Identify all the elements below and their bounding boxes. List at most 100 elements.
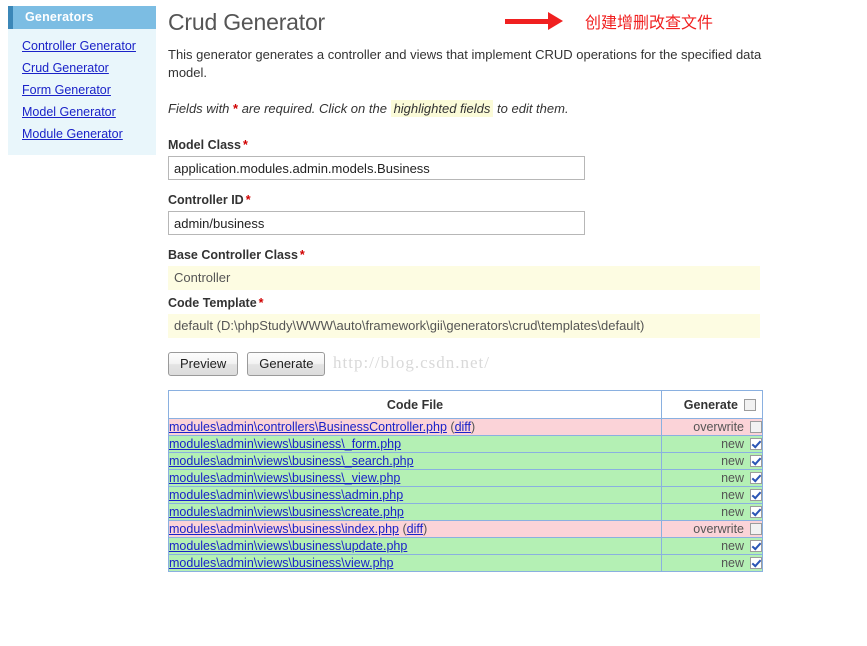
- generate-cell: overwrite: [661, 418, 763, 436]
- code-file-link[interactable]: modules\admin\views\business\index.php: [169, 522, 399, 536]
- code-file-cell: modules\admin\views\business\_view.php: [168, 469, 662, 487]
- generate-checkbox[interactable]: [750, 506, 762, 518]
- select-all-checkbox[interactable]: [744, 398, 756, 411]
- annotation-text: 创建增删改查文件: [585, 13, 714, 32]
- table-body: modules\admin\controllers\BusinessContro…: [168, 418, 763, 572]
- generate-cell: new: [661, 452, 763, 470]
- main-content: Crud Generator 创建增删改查文件 This generator g…: [168, 0, 768, 572]
- preview-button[interactable]: Preview: [168, 352, 239, 376]
- code-file-cell: modules\admin\views\business\_search.php: [168, 452, 662, 470]
- diff-wrapper: (diff): [399, 522, 428, 536]
- sidebar-item-label[interactable]: Model Generator: [22, 105, 116, 119]
- form-actions: Preview Generate http://blog.csdn.net/: [168, 352, 768, 376]
- generate-button[interactable]: Generate: [247, 352, 326, 376]
- generate-cell: new: [661, 486, 763, 504]
- generate-checkbox[interactable]: [750, 455, 762, 467]
- table-row: modules\admin\views\business\view.php new: [168, 554, 763, 572]
- code-file-link[interactable]: modules\admin\views\business\admin.php: [169, 488, 403, 502]
- generate-cell: new: [661, 469, 763, 487]
- diff-wrapper: (diff): [446, 420, 476, 434]
- label-text: Model Class: [168, 138, 241, 152]
- code-template-label: Code Template *: [168, 296, 768, 311]
- column-header-code-file: Code File: [168, 390, 662, 419]
- model-class-input[interactable]: [168, 156, 585, 180]
- column-header-generate: Generate: [661, 390, 763, 419]
- table-row: modules\admin\views\business\_view.php ne…: [168, 469, 763, 487]
- sidebar-item-controller-generator[interactable]: Controller Generator: [8, 35, 156, 57]
- required-fields-hint: Fields with * are required. Click on the…: [168, 100, 768, 118]
- generate-checkbox[interactable]: [750, 438, 762, 450]
- table-row: modules\admin\views\business\_search.php…: [168, 452, 763, 470]
- sidebar-item-module-generator[interactable]: Module Generator: [8, 123, 156, 145]
- sidebar-item-label[interactable]: Crud Generator: [22, 61, 109, 75]
- code-file-header-label: Code File: [386, 397, 444, 412]
- sidebar-item-model-generator[interactable]: Model Generator: [8, 101, 156, 123]
- controller-id-input[interactable]: [168, 211, 585, 235]
- status-label: new: [721, 488, 744, 502]
- generate-checkbox[interactable]: [750, 489, 762, 501]
- base-controller-class-label: Base Controller Class *: [168, 248, 768, 263]
- generate-checkbox[interactable]: [750, 523, 762, 535]
- required-asterisk: *: [242, 138, 248, 152]
- table-head: Code File Generate: [168, 390, 763, 419]
- code-file-cell: modules\admin\views\business\admin.php: [168, 486, 662, 504]
- status-label: new: [721, 454, 744, 468]
- status-label: overwrite: [693, 522, 744, 536]
- code-file-cell: modules\admin\views\business\update.php: [168, 537, 662, 555]
- code-file-table: Code File Generate modules\admin\control…: [168, 390, 763, 572]
- label-text: Base Controller Class: [168, 248, 298, 262]
- highlighted-fields-label: highlighted fields: [390, 100, 494, 117]
- code-template-value[interactable]: default (D:\phpStudy\WWW\auto\framework\…: [168, 314, 760, 338]
- controller-id-label: Controller ID *: [168, 193, 768, 208]
- table-row: modules\admin\views\business\_form.php ne…: [168, 435, 763, 453]
- status-label: new: [721, 505, 744, 519]
- status-label: new: [721, 539, 744, 553]
- generate-cell: new: [661, 554, 763, 572]
- arrow-icon: [505, 19, 549, 24]
- diff-link[interactable]: diff: [407, 522, 423, 536]
- code-file-cell: modules\admin\views\business\_form.php: [168, 435, 662, 453]
- code-file-cell: modules\admin\views\business\index.php (…: [168, 520, 662, 538]
- code-file-link[interactable]: modules\admin\views\business\view.php: [169, 556, 393, 570]
- required-asterisk: *: [245, 193, 251, 207]
- generate-checkbox[interactable]: [750, 472, 762, 484]
- label-text: Code Template: [168, 296, 257, 310]
- generate-cell: new: [661, 503, 763, 521]
- code-file-link[interactable]: modules\admin\views\business\_form.php: [169, 437, 401, 451]
- generate-header-label: Generate: [683, 397, 738, 412]
- generate-cell: new: [661, 435, 763, 453]
- sidebar-item-label[interactable]: Module Generator: [22, 127, 123, 141]
- sidebar-item-crud-generator[interactable]: Crud Generator: [8, 57, 156, 79]
- code-file-link[interactable]: modules\admin\views\business\update.php: [169, 539, 407, 553]
- table-row: modules\admin\views\business\index.php (…: [168, 520, 763, 538]
- arrow-head-icon: [548, 12, 563, 30]
- sidebar-item-label[interactable]: Form Generator: [22, 83, 111, 97]
- label-text: Controller ID: [168, 193, 244, 207]
- base-controller-class-value[interactable]: Controller: [168, 266, 760, 290]
- generate-cell: new: [661, 537, 763, 555]
- annotation-callout: 创建增删改查文件: [505, 8, 713, 34]
- status-label: new: [721, 437, 744, 451]
- hint-suffix: to edit them.: [493, 101, 569, 116]
- code-file-cell: modules\admin\controllers\BusinessContro…: [168, 418, 662, 436]
- code-file-link[interactable]: modules\admin\views\business\_view.php: [169, 471, 400, 485]
- generators-sidebar: Generators Controller Generator Crud Gen…: [8, 6, 156, 155]
- hint-middle: are required. Click on the: [238, 101, 391, 116]
- diff-link[interactable]: diff: [455, 420, 471, 434]
- required-asterisk: *: [299, 248, 305, 262]
- table-row: modules\admin\views\business\update.php n…: [168, 537, 763, 555]
- code-file-cell: modules\admin\views\business\create.php: [168, 503, 662, 521]
- sidebar-item-form-generator[interactable]: Form Generator: [8, 79, 156, 101]
- model-class-label: Model Class *: [168, 138, 768, 153]
- sidebar-list: Controller Generator Crud Generator Form…: [8, 29, 156, 155]
- generate-checkbox[interactable]: [750, 540, 762, 552]
- code-file-link[interactable]: modules\admin\views\business\_search.php: [169, 454, 414, 468]
- status-label: overwrite: [693, 420, 744, 434]
- code-file-link[interactable]: modules\admin\views\business\create.php: [169, 505, 404, 519]
- crud-generator-form: Model Class* Controller ID* Base Control…: [168, 138, 768, 376]
- generate-checkbox[interactable]: [750, 421, 762, 433]
- code-file-link[interactable]: modules\admin\controllers\BusinessContro…: [169, 420, 447, 434]
- status-label: new: [721, 471, 744, 485]
- sidebar-item-label[interactable]: Controller Generator: [22, 39, 136, 53]
- generate-checkbox[interactable]: [750, 557, 762, 569]
